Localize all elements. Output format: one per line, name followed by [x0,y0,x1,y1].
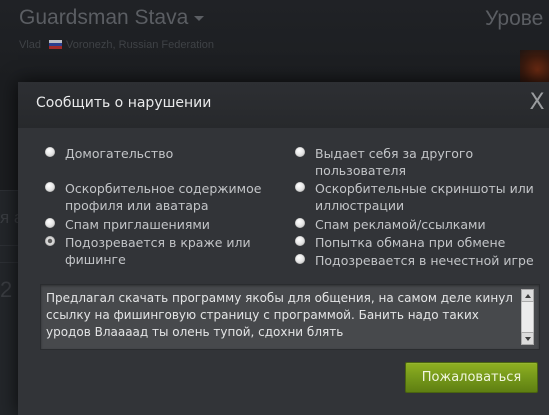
reason-label: Подозревается в краже или фишинге [65,235,251,267]
profile-header: Guardsman Stava Vlad Voronezh, Russian Fe… [0,0,549,80]
reason-label: Оскорбительное содержимое профиля или ав… [65,181,262,213]
radio-button[interactable] [295,254,305,264]
report-submit-button[interactable]: Пожаловаться [405,362,538,393]
russia-flag-icon [49,40,63,49]
radio-button[interactable] [295,218,305,228]
radio-button[interactable] [45,182,55,192]
radio-button[interactable] [45,147,55,157]
close-button[interactable]: X [527,91,547,115]
background-number: 2 [0,277,13,302]
scrollbar[interactable] [521,289,534,345]
scroll-up-icon[interactable] [521,289,534,302]
comment-text[interactable]: Предлагал скачать программу якобы для об… [46,290,516,341]
profile-real-name: Vlad [19,39,42,51]
divider [0,190,18,191]
reason-label: Подозревается в нечестной игре [315,253,534,268]
chevron-down-icon [194,15,205,21]
scroll-track[interactable] [521,302,534,332]
report-dialog: Сообщить о нарушении X Домогательство Ос… [18,82,549,415]
profile-subtitle: Vlad Voronezh, Russian Federation [19,39,214,51]
reason-label: Выдает себя за другого пользователя [315,146,474,178]
reason-label: Спам приглашениями [65,217,210,232]
reason-label: Спам рекламой/ссылками [315,217,486,232]
radio-button[interactable] [295,182,305,192]
radio-button[interactable] [295,147,305,157]
scroll-down-icon[interactable] [521,332,534,345]
radio-button[interactable] [45,218,55,228]
divider [0,262,18,263]
reason-label: Попытка обмана при обмене [315,235,506,250]
reason-label: Домогательство [65,146,174,161]
divider [0,245,18,246]
profile-name: Guardsman Stava [19,6,189,29]
level-label: Урове [485,7,544,30]
profile-name-dropdown[interactable]: Guardsman Stava [19,6,205,30]
comment-textarea[interactable]: Предлагал скачать программу якобы для об… [40,284,540,350]
profile-location: Voronezh, Russian Federation [66,39,215,51]
dialog-header: Сообщить о нарушении X [18,82,549,128]
avatar [520,50,549,86]
radio-button-selected[interactable] [45,236,55,246]
dialog-title: Сообщить о нарушении [36,95,212,111]
radio-button[interactable] [295,236,305,246]
reason-label: Оскорбительные скриншоты или иллюстрации [315,181,534,213]
